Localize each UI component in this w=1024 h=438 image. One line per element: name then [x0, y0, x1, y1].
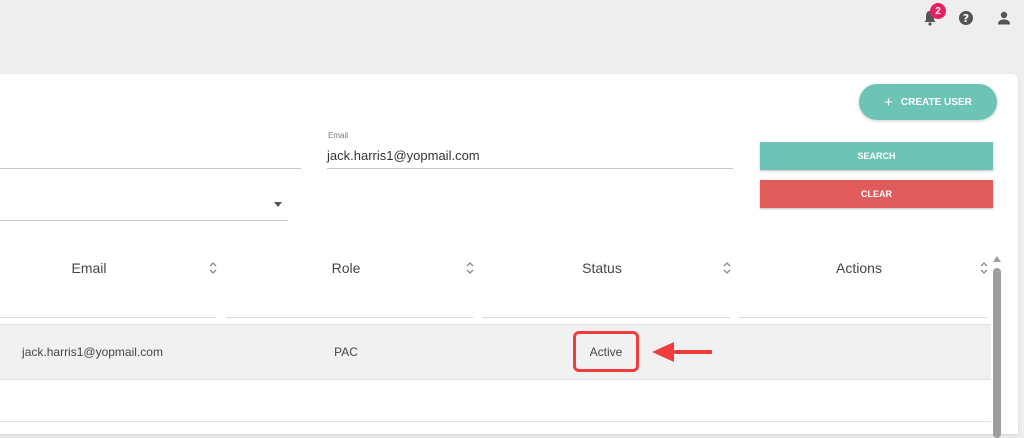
email-column-filter[interactable] — [0, 317, 216, 318]
column-header-status[interactable]: Status — [482, 250, 722, 286]
help-icon[interactable]: ? — [956, 8, 976, 28]
column-header-email[interactable]: Email — [0, 250, 178, 286]
name-field[interactable] — [0, 168, 301, 169]
sort-icon[interactable] — [466, 261, 474, 275]
role-cell: PAC — [334, 345, 358, 359]
status-column-filter[interactable] — [482, 317, 730, 318]
plus-icon: + — [884, 93, 893, 111]
actions-column-filter — [739, 317, 987, 318]
arrow-left-icon — [652, 342, 712, 362]
create-user-button[interactable]: + CREATE USER — [859, 84, 997, 120]
role-select[interactable] — [0, 220, 288, 221]
scroll-up-arrow[interactable] — [993, 256, 1001, 262]
notification-badge: 2 — [930, 3, 946, 19]
sort-icon[interactable] — [209, 261, 217, 275]
role-column-filter[interactable] — [226, 317, 473, 318]
column-header-actions[interactable]: Actions — [739, 250, 979, 286]
email-field-underline — [327, 168, 733, 169]
create-user-label: CREATE USER — [900, 96, 972, 108]
table-row[interactable]: jack.harris1@yopmail.com PAC — [0, 324, 991, 380]
status-cell: Active — [573, 331, 639, 372]
chevron-down-icon[interactable] — [274, 202, 282, 207]
email-field-label: Email — [328, 131, 349, 140]
sort-icon[interactable] — [723, 261, 731, 275]
vertical-scrollbar[interactable] — [993, 268, 1001, 438]
email-field[interactable]: jack.harris1@yopmail.com — [327, 148, 480, 163]
top-bar: 2 ? — [0, 0, 1024, 74]
search-button[interactable]: SEARCH — [760, 142, 993, 170]
email-cell: jack.harris1@yopmail.com — [22, 345, 163, 359]
svg-text:?: ? — [963, 12, 969, 25]
column-header-role[interactable]: Role — [226, 250, 466, 286]
sort-icon[interactable] — [980, 261, 988, 275]
row-divider — [0, 421, 991, 422]
user-icon[interactable] — [994, 8, 1014, 28]
clear-button[interactable]: CLEAR — [760, 180, 993, 208]
